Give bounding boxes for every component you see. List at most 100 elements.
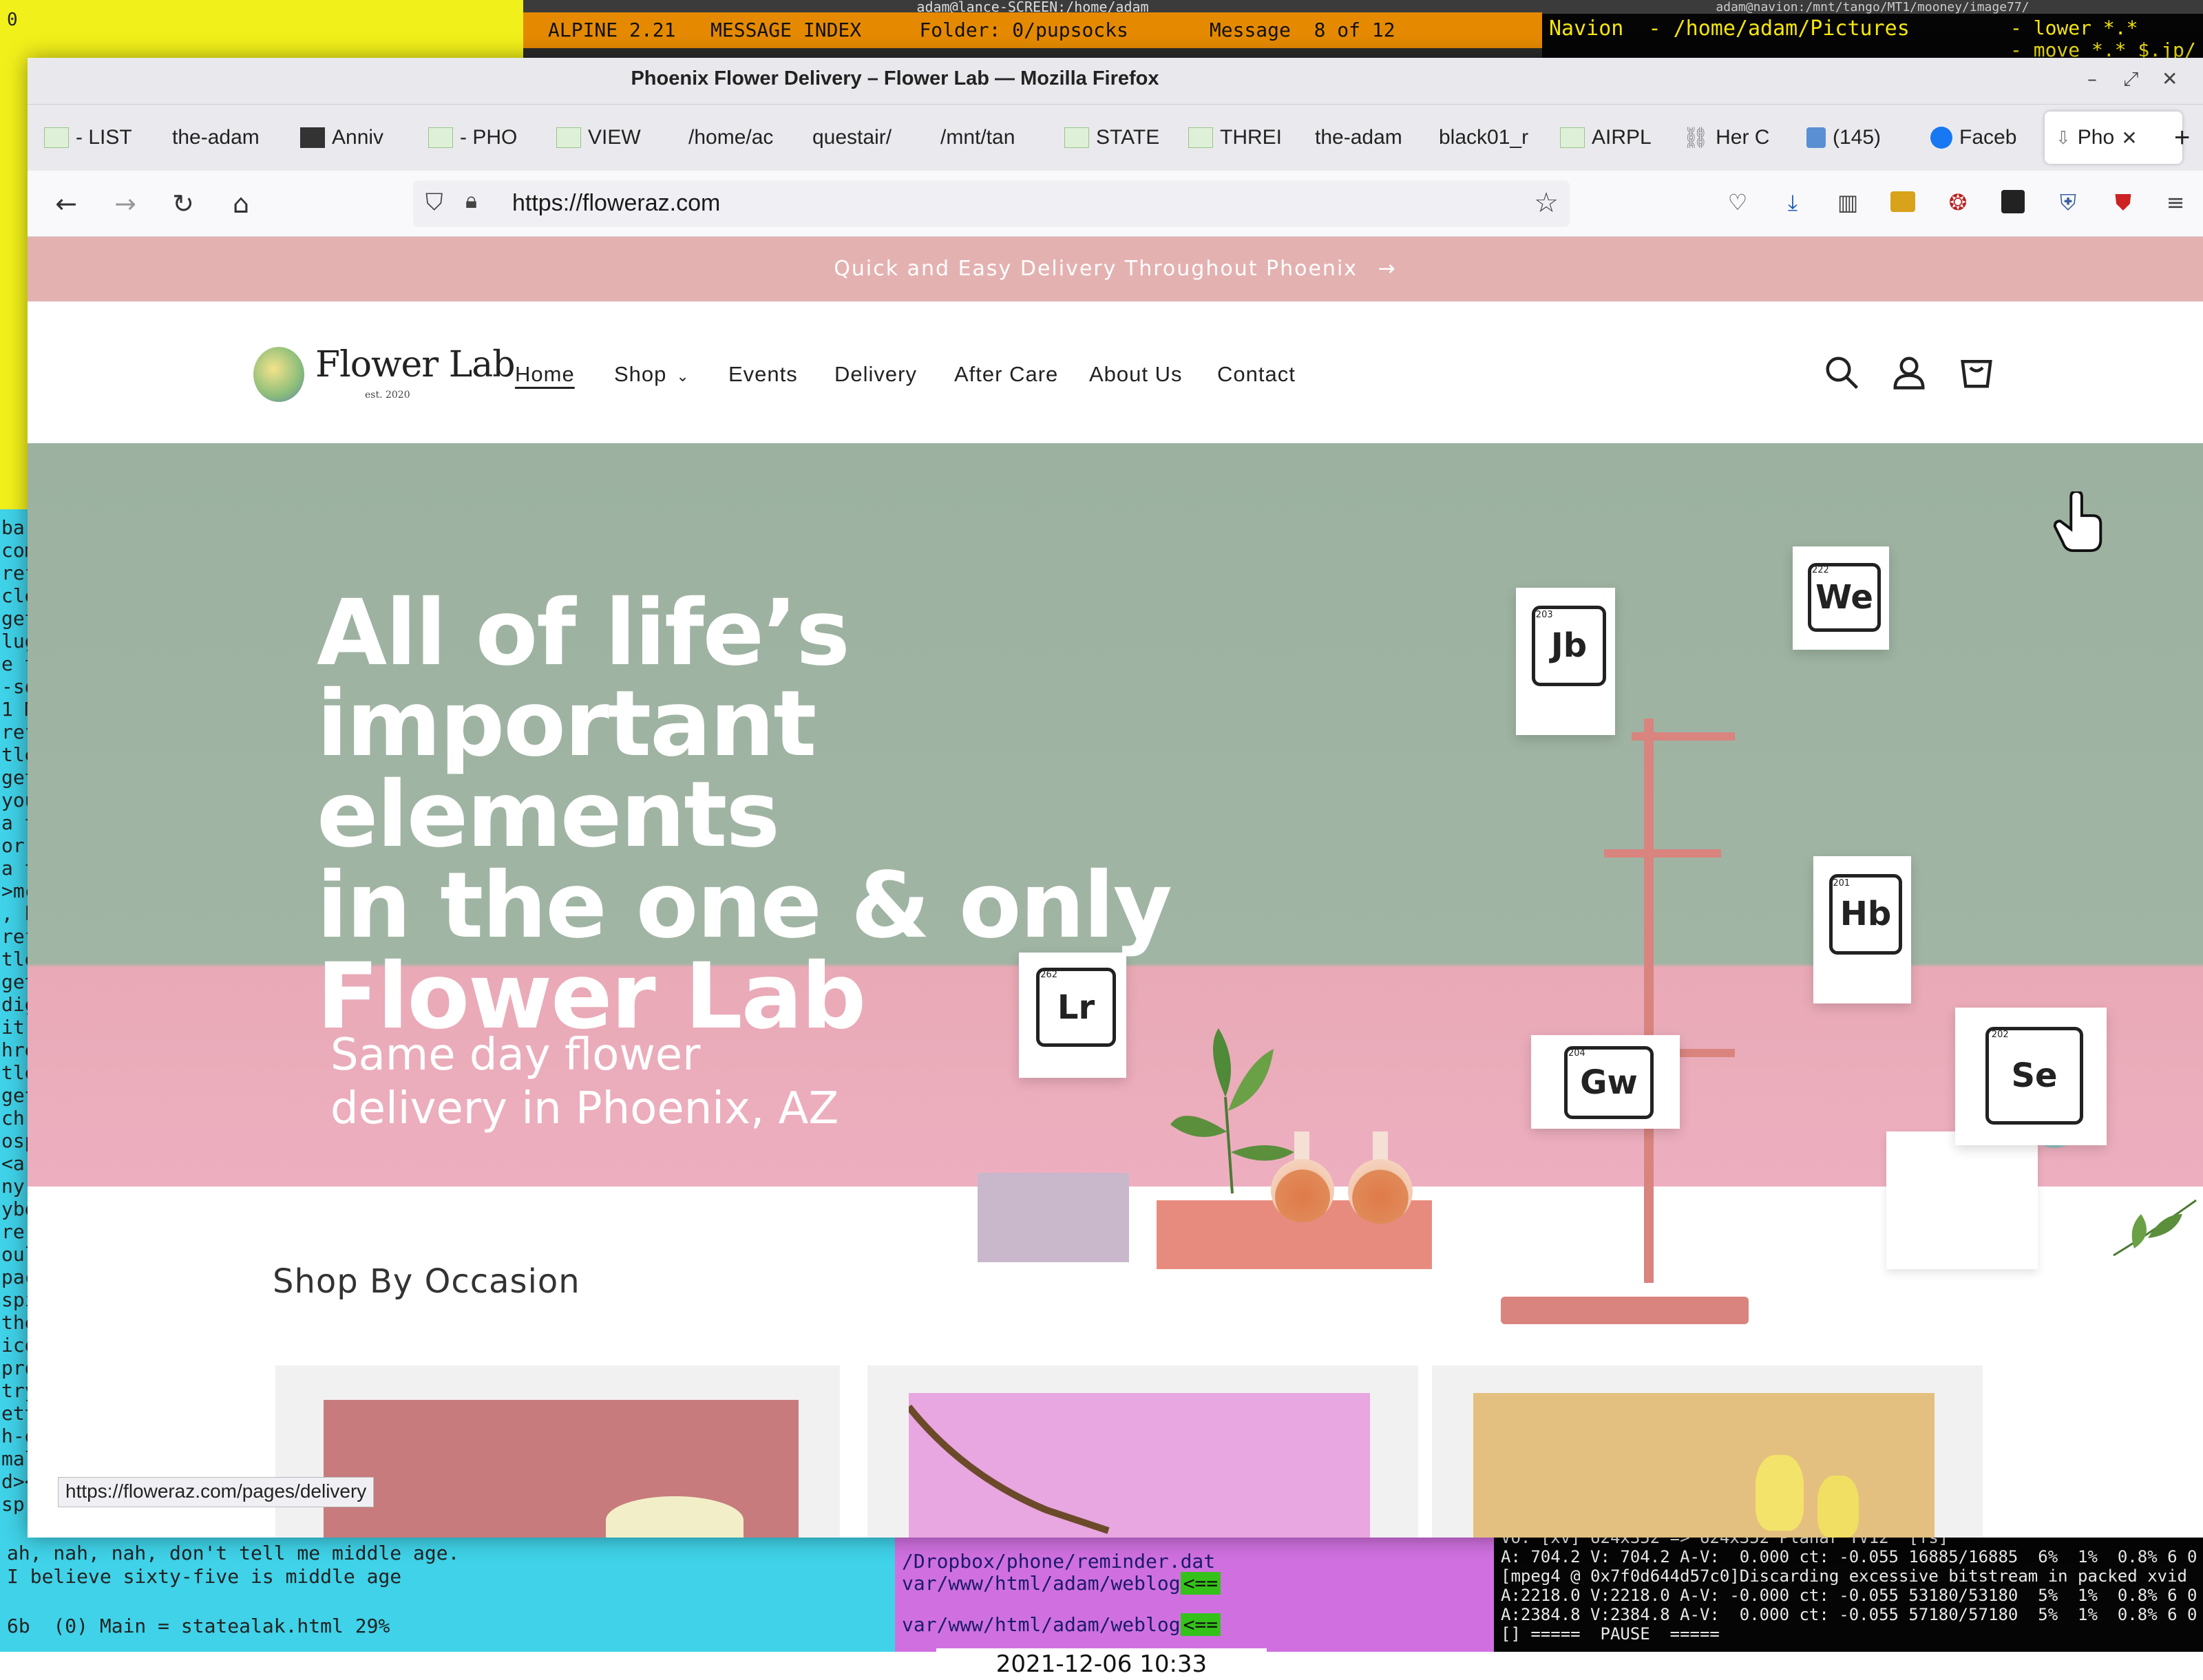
lab-stand-arm: [1632, 732, 1735, 741]
nav-about-us[interactable]: About Us: [1089, 362, 1183, 387]
branch-icon: [909, 1404, 1110, 1534]
tab[interactable]: ⛓ Her C: [1683, 111, 1786, 164]
plant-icon: [1170, 1028, 1294, 1194]
element-card-just-because[interactable]: Jb 203: [1516, 588, 1615, 735]
element-card-happy-birthday[interactable]: Hb 201: [1813, 856, 1911, 1003]
announcement-bar[interactable]: Quick and Easy Delivery Throughout Phoen…: [28, 237, 2203, 301]
tab-label: black01_r: [1439, 126, 1529, 149]
hero-banner[interactable]: All of life’s important elements in the …: [28, 443, 2203, 1324]
tab-label: /home/ac: [688, 126, 774, 149]
element-card-wedding-events[interactable]: We 222: [1793, 546, 1889, 650]
window-title: Phoenix Flower Delivery – Flower Lab — M…: [631, 67, 1159, 89]
url-text[interactable]: https://floweraz.com: [512, 190, 720, 217]
flower-lab-logo-icon[interactable]: [253, 347, 304, 402]
minimize-button[interactable]: –: [2087, 67, 2097, 90]
page-icon: [1064, 127, 1089, 148]
tulip-icon: [1756, 1455, 1804, 1531]
terminal-arrow: <==: [1180, 1572, 1221, 1595]
cart-icon[interactable]: [1958, 354, 1995, 391]
tab[interactable]: black01_r: [1439, 111, 1549, 164]
forward-button[interactable]: →: [107, 186, 143, 222]
terminal-line: it: [1, 1016, 25, 1039]
tab[interactable]: AIRPL: [1560, 111, 1663, 164]
ublock-icon[interactable]: ⛊: [2108, 187, 2138, 217]
tab[interactable]: STATE: [1064, 111, 1174, 164]
new-tab-button[interactable]: +: [2174, 111, 2202, 164]
tab-label: (145): [1833, 126, 1881, 149]
tab-label: - LIST: [76, 126, 132, 149]
nav-shop-label: Shop: [614, 362, 667, 386]
bookmark-star-icon[interactable]: ☆: [1534, 187, 1559, 219]
lab-stand-base: [1501, 1297, 1749, 1324]
back-button[interactable]: ←: [48, 186, 84, 222]
tab-strip: - LIST the-adam Anniv - PHO VIEW /home/a…: [28, 105, 2203, 171]
tab-label: /mnt/tan: [940, 126, 1015, 149]
account-icon[interactable]: [1890, 354, 1928, 391]
hamburger-menu-icon[interactable]: ≡: [2160, 187, 2191, 217]
element-card-get-well[interactable]: Gw 204: [1531, 1035, 1680, 1129]
occasion-card[interactable]: [275, 1365, 840, 1538]
tab-label: questair/: [812, 126, 892, 149]
search-icon[interactable]: [1823, 354, 1860, 391]
download-icon: ⇩: [2056, 127, 2071, 148]
terminal-path: var/www/html/adam/weblog: [902, 1613, 1181, 1636]
tracking-shield-icon[interactable]: ⛉: [425, 189, 443, 216]
firefox-window: Phoenix Flower Delivery – Flower Lab — M…: [28, 58, 2203, 1538]
nav-shop[interactable]: Shop ⌄: [614, 362, 690, 387]
nav-events[interactable]: Events: [728, 362, 798, 387]
occasion-image[interactable]: [1473, 1393, 1935, 1538]
tab[interactable]: - LIST: [44, 111, 154, 164]
extension-blue-icon[interactable]: ⛨: [2053, 187, 2083, 217]
occasion-card[interactable]: [867, 1365, 1418, 1538]
extension-download-icon[interactable]: [1998, 187, 2028, 217]
nav-after-care[interactable]: After Care: [954, 362, 1058, 387]
extension-yellow-icon[interactable]: [1888, 187, 1918, 217]
occasion-card[interactable]: [1432, 1365, 1983, 1538]
tab[interactable]: the-adam: [172, 111, 275, 164]
lab-stand-arm: [1604, 849, 1721, 858]
tab[interactable]: questair/: [812, 111, 916, 164]
address-bar[interactable]: ⛉ 🔒︎ https://floweraz.com ☆: [413, 180, 1570, 227]
tab[interactable]: /home/ac: [688, 111, 792, 164]
alpine-status-bar: ALPINE 2.21 MESSAGE INDEX Folder: 0/pups…: [523, 12, 1542, 48]
terminal-status-line: 6b (0) Main = statealak.html 29%: [7, 1615, 390, 1637]
tab[interactable]: (145): [1806, 111, 1910, 164]
tab-active[interactable]: ⇩ Pho ✕: [2045, 111, 2182, 164]
close-window-button[interactable]: ✕: [2162, 67, 2178, 90]
nav-home[interactable]: Home: [515, 362, 575, 387]
tab[interactable]: Anniv: [300, 111, 403, 164]
terminal-title: adam@navion:/mnt/tango/MT1/mooney/image7…: [1542, 0, 2203, 14]
maximize-button[interactable]: ⤢: [2123, 67, 2138, 91]
tab[interactable]: Faceb: [1930, 111, 2034, 164]
tab[interactable]: VIEW: [556, 111, 660, 164]
element-symbol-text: Se: [2011, 1056, 2058, 1095]
pocket-icon[interactable]: ♡: [1722, 187, 1753, 217]
reader-sidebar-icon[interactable]: ▥: [1833, 187, 1863, 217]
reload-button[interactable]: ↻: [165, 186, 201, 222]
hero-title-line: in the one & only: [317, 853, 1172, 959]
crown-icon: [300, 127, 325, 148]
hero-subtitle-line: Same day flower: [330, 1030, 701, 1081]
nav-delivery[interactable]: Delivery: [834, 362, 917, 387]
site-logo[interactable]: Flower Lab: [315, 344, 516, 385]
tab[interactable]: the-adam: [1315, 111, 1418, 164]
nav-contact[interactable]: Contact: [1217, 362, 1296, 387]
status-link-preview: https://floweraz.com/pages/delivery: [58, 1477, 375, 1507]
announcement-text[interactable]: Quick and Easy Delivery Throughout Phoen…: [834, 257, 1358, 281]
terminal-line: /Dropbox/phone/reminder.dat: [902, 1550, 1216, 1573]
close-tab-icon[interactable]: ✕: [2121, 127, 2137, 149]
tab[interactable]: THREI: [1188, 111, 1292, 164]
tab[interactable]: /mnt/tan: [940, 111, 1044, 164]
tab[interactable]: - PHO: [428, 111, 531, 164]
element-number: 201: [1833, 878, 1851, 889]
terminal-arrow: <==: [1180, 1613, 1221, 1636]
extension-red-icon[interactable]: ❂: [1943, 187, 1973, 217]
background-terminal-mplayer: VO: [xv] 624x352 => 624x352 Planar YV12 …: [1494, 1528, 2203, 1652]
lock-icon[interactable]: 🔒︎: [465, 187, 477, 214]
hero-subtitle: Same day flower delivery in Phoenix, AZ: [330, 1028, 950, 1136]
element-card-love-romance[interactable]: Lr 262: [1019, 953, 1126, 1078]
tab-label: Anniv: [332, 126, 384, 149]
element-card-seasonal-collection[interactable]: Se 202: [1955, 1008, 2107, 1145]
home-button[interactable]: ⌂: [223, 186, 259, 222]
downloads-icon[interactable]: ⤓: [1778, 187, 1808, 217]
